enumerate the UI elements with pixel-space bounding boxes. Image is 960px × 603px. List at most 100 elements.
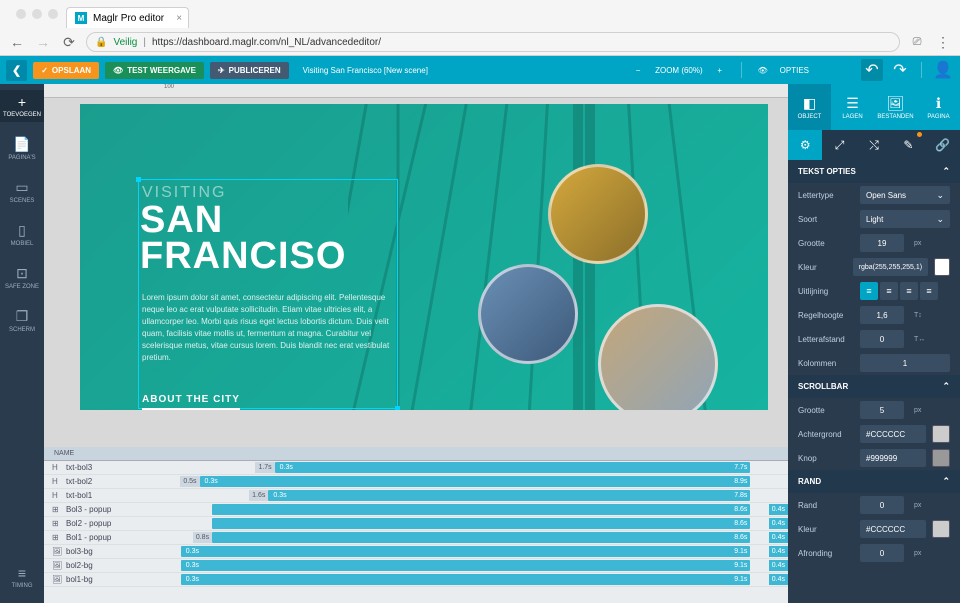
font-label: Lettertype [798, 191, 854, 200]
nav-back-icon[interactable]: ← [8, 34, 26, 50]
nav-forward-icon[interactable]: → [34, 34, 52, 50]
sidebar-safezone[interactable]: ⊡SAFE ZONE [0, 261, 44, 294]
sidebar-label: TOEVOEGEN [3, 112, 41, 118]
color-input[interactable]: rgba(255,255,255,1) [853, 258, 928, 276]
minimize-window[interactable] [32, 9, 42, 19]
color-label: Kleur [798, 263, 847, 272]
section-text-header[interactable]: TEKST OPTIES⌃ [788, 160, 960, 183]
color-swatch[interactable] [934, 258, 950, 276]
font-select[interactable]: Open Sans⌄ [860, 186, 950, 204]
border-unit: px [914, 502, 926, 509]
align-left[interactable]: ≡ [860, 282, 878, 300]
zoom-out-icon[interactable]: − [627, 59, 649, 81]
nav-reload-icon[interactable]: ⟳ [60, 34, 78, 51]
page-icon: ℹ [936, 95, 941, 112]
border-input[interactable] [860, 496, 904, 514]
cast-icon[interactable]: ⎚ [908, 36, 926, 49]
url-field[interactable]: 🔒 Veilig | https://dashboard.maglr.com/n… [86, 32, 900, 52]
shuffle-icon[interactable]: ⤭ [857, 130, 891, 160]
zoom-controls: − ZOOM (60%) + 👁 OPTIES [627, 59, 809, 81]
circle-image-1[interactable] [548, 164, 648, 264]
letterspacing-input[interactable] [860, 330, 904, 348]
border-color-input[interactable]: #CCCCCC [860, 520, 926, 538]
panel-tabs: ◧OBJECT ☰LAGEN 🖼BESTANDEN ℹPAGINA [788, 84, 960, 130]
sidebar-pages[interactable]: 📄 PAGINA'S [0, 132, 44, 165]
maximize-window[interactable] [48, 9, 58, 19]
timeline-row[interactable]: ⊞Bol2 - popup8.6s0.4s [44, 517, 788, 531]
sb-size-input[interactable] [860, 401, 904, 419]
timeline-panel: NAME Htxt-bol31.7s0.3s7.7sHtxt-bol20.5s0… [44, 447, 788, 603]
lineheight-input[interactable] [860, 306, 904, 324]
browser-tab[interactable]: M Maglr Pro editor × [66, 7, 189, 28]
zoom-in-icon[interactable]: + [709, 59, 731, 81]
canvas-body-text[interactable]: Lorem ipsum dolor sit amet, consectetur … [142, 292, 392, 364]
sidebar-label: SCENES [10, 198, 35, 204]
columns-input[interactable] [860, 354, 950, 372]
timeline-row[interactable]: 🖼bol1-bg0.3s9.1s0.4s [44, 573, 788, 587]
user-icon[interactable]: 👤 [932, 59, 954, 81]
section-scrollbar: SCROLLBAR⌃ Groottepx Achtergrond#CCCCCC … [788, 375, 960, 470]
sb-size-label: Grootte [798, 406, 854, 415]
border-color-swatch[interactable] [932, 520, 950, 538]
undo-icon[interactable]: ↶ [861, 59, 883, 81]
border-color-label: Kleur [798, 525, 854, 534]
sb-bg-input[interactable]: #CCCCCC [860, 425, 926, 443]
tab-object[interactable]: ◧OBJECT [788, 84, 831, 130]
canvas[interactable]: VISITING SAN FRANCISO Lorem ipsum dolor … [80, 104, 768, 410]
timeline-row[interactable]: 🖼bol3-bg0.3s9.1s0.4s [44, 545, 788, 559]
redo-icon[interactable]: ↷ [889, 59, 911, 81]
sidebar-timing[interactable]: ≡TIMING [0, 561, 44, 593]
tab-close-icon[interactable]: × [176, 13, 182, 24]
section-border-header[interactable]: RAND⌃ [788, 470, 960, 493]
sidebar-scenes[interactable]: ▭SCENES [0, 175, 44, 208]
sb-bg-swatch[interactable] [932, 425, 950, 443]
canvas-heading[interactable]: SAN FRANCISO [140, 202, 346, 274]
size-unit: px [914, 240, 926, 247]
section-scrollbar-header[interactable]: SCROLLBAR⌃ [788, 375, 960, 398]
timeline-row[interactable]: 🖼bol2-bg0.3s9.1s0.4s [44, 559, 788, 573]
circle-image-2[interactable] [478, 264, 578, 364]
tab-layers[interactable]: ☰LAGEN [831, 84, 874, 130]
edit-icon[interactable]: ✎ [891, 130, 925, 160]
sidebar-screen[interactable]: ❐SCHERM [0, 304, 44, 337]
timeline-row[interactable]: Htxt-bol20.5s0.3s8.9s [44, 475, 788, 489]
back-button[interactable]: ❮ [6, 60, 27, 81]
sb-knob-swatch[interactable] [932, 449, 950, 467]
close-window[interactable] [16, 9, 26, 19]
sidebar-label: PAGINA'S [8, 155, 35, 161]
options-label[interactable]: OPTIES [780, 66, 809, 75]
timeline-row[interactable]: ⊞Bol3 - popup8.6s0.4s [44, 503, 788, 517]
publish-button[interactable]: ✈ PUBLICEREN [210, 62, 289, 79]
transform-icon[interactable]: ⤢ [822, 130, 856, 160]
eye-icon[interactable]: 👁 [752, 59, 774, 81]
timeline-row[interactable]: Htxt-bol31.7s0.3s7.7s [44, 461, 788, 475]
canvas-area[interactable]: VISITING SAN FRANCISO Lorem ipsum dolor … [44, 98, 788, 447]
timeline-row[interactable]: ⊞Bol1 - popup0.8s8.6s0.4s [44, 531, 788, 545]
tab-files[interactable]: 🖼BESTANDEN [874, 84, 917, 130]
link-icon[interactable]: 🔗 [926, 130, 960, 160]
timeline-row[interactable]: Htxt-bol11.6s0.3s7.8s [44, 489, 788, 503]
weight-select[interactable]: Light⌄ [860, 210, 950, 228]
menu-icon[interactable]: ⋮ [934, 34, 952, 51]
sidebar-label: SAFE ZONE [5, 284, 39, 290]
ruler-horizontal: 100 [44, 84, 788, 98]
size-input[interactable] [860, 234, 904, 252]
check-icon: ✓ [41, 66, 48, 75]
align-right[interactable]: ≡ [900, 282, 918, 300]
save-button[interactable]: ✓ OPSLAAN [33, 62, 99, 79]
align-justify[interactable]: ≡ [920, 282, 938, 300]
page-icon: 📄 [13, 136, 30, 153]
sidebar-mobile[interactable]: ▯MOBIEL [0, 218, 44, 251]
heading-line2: FRANCISO [140, 238, 346, 274]
settings-icon[interactable]: ⚙ [788, 130, 822, 160]
sidebar-add[interactable]: +TOEVOEGEN [0, 90, 44, 122]
sb-knob-input[interactable]: #999999 [860, 449, 926, 467]
align-center[interactable]: ≡ [880, 282, 898, 300]
preview-button[interactable]: 👁 TEST WEERGAVE [105, 62, 204, 79]
canvas-link[interactable]: ABOUT THE CITY [142, 394, 240, 410]
tab-page[interactable]: ℹPAGINA [917, 84, 960, 130]
timeline-rows: Htxt-bol31.7s0.3s7.7sHtxt-bol20.5s0.3s8.… [44, 461, 788, 603]
radius-input[interactable] [860, 544, 904, 562]
sidebar-label: TIMING [12, 583, 33, 589]
weight-label: Soort [798, 215, 854, 224]
